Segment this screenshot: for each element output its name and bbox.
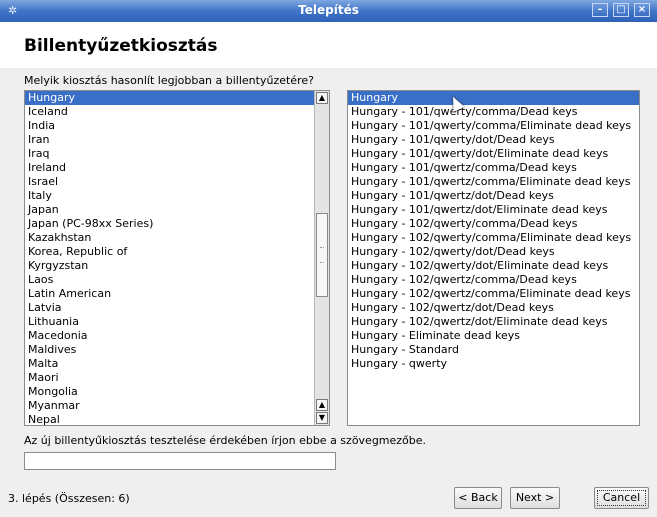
layout-item[interactable]: Hungary - 102/qwertz/comma/Eliminate dea… [348, 287, 639, 301]
country-item[interactable]: Maldives [25, 343, 329, 357]
layout-item[interactable]: Hungary - 102/qwertz/dot/Eliminate dead … [348, 315, 639, 329]
scroll-up-icon[interactable]: ▲ [316, 92, 328, 104]
country-item[interactable]: Italy [25, 189, 329, 203]
country-item[interactable]: Japan (PC-98xx Series) [25, 217, 329, 231]
page-header: Billentyűzetkiosztás [0, 22, 657, 68]
layout-item[interactable]: Hungary - 101/qwertz/dot/Dead keys [348, 189, 639, 203]
next-button[interactable]: Next > [510, 487, 560, 509]
layout-item[interactable]: Hungary - Standard [348, 343, 639, 357]
layout-item[interactable]: Hungary - 101/qwerty/dot/Dead keys [348, 133, 639, 147]
country-item[interactable]: Iceland [25, 105, 329, 119]
scroll-thumb[interactable] [316, 213, 328, 297]
layout-item[interactable]: Hungary - qwerty [348, 357, 639, 371]
layout-item[interactable]: Hungary - Eliminate dead keys [348, 329, 639, 343]
country-item[interactable]: Mongolia [25, 385, 329, 399]
layout-item[interactable]: Hungary - 101/qwertz/comma/Dead keys [348, 161, 639, 175]
layout-item[interactable]: Hungary - 102/qwerty/dot/Dead keys [348, 245, 639, 259]
country-item[interactable]: Israel [25, 175, 329, 189]
country-item[interactable]: Nepal [25, 413, 329, 425]
country-item[interactable]: Latin American [25, 287, 329, 301]
country-item[interactable]: Latvia [25, 301, 329, 315]
layout-item[interactable]: Hungary [348, 91, 639, 105]
country-list-scrollbar[interactable]: ▲ ▲ ▼ [314, 91, 329, 425]
country-item[interactable]: Lithuania [25, 315, 329, 329]
step-indicator: 3. lépés (Összesen: 6) [8, 492, 130, 505]
country-item[interactable]: Hungary [25, 91, 329, 105]
layout-item[interactable]: Hungary - 102/qwerty/comma/Eliminate dea… [348, 231, 639, 245]
country-item[interactable]: Kyrgyzstan [25, 259, 329, 273]
test-input[interactable] [24, 452, 336, 470]
country-item[interactable]: Kazakhstan [25, 231, 329, 245]
layout-items: Hungary Hungary - 101/qwerty/comma/Dead k… [348, 91, 639, 371]
back-button[interactable]: < Back [454, 487, 502, 509]
country-item[interactable]: Malta [25, 357, 329, 371]
maximize-icon[interactable]: □ [613, 3, 629, 17]
country-items: Hungary Iceland India Iran Iraq Ireland Israel… [25, 91, 329, 425]
close-icon[interactable]: × [634, 3, 650, 17]
country-item[interactable]: Maori [25, 371, 329, 385]
layout-item[interactable]: Hungary - 101/qwertz/dot/Eliminate dead … [348, 203, 639, 217]
layout-item[interactable]: Hungary - 102/qwerty/dot/Eliminate dead … [348, 259, 639, 273]
country-item[interactable]: Iraq [25, 147, 329, 161]
window-title: Telepítés [298, 3, 359, 17]
test-field-label: Az új billentyűkiosztás tesztelése érdek… [24, 434, 427, 447]
layout-item[interactable]: Hungary - 101/qwerty/dot/Eliminate dead … [348, 147, 639, 161]
country-item[interactable]: Korea, Republic of [25, 245, 329, 259]
scroll-up-icon[interactable]: ▲ [316, 399, 328, 411]
layout-question: Melyik kiosztás hasonlít legjobban a bil… [24, 74, 314, 87]
country-list[interactable]: Hungary Iceland India Iran Iraq Ireland Israel… [24, 90, 330, 426]
minimize-icon[interactable]: – [592, 3, 608, 17]
scroll-down-icon[interactable]: ▼ [316, 412, 328, 424]
layout-item[interactable]: Hungary - 101/qwerty/comma/Eliminate dea… [348, 119, 639, 133]
layout-item[interactable]: Hungary - 101/qwerty/comma/Dead keys [348, 105, 639, 119]
country-item[interactable]: Myanmar [25, 399, 329, 413]
layout-item[interactable]: Hungary - 102/qwertz/comma/Dead keys [348, 273, 639, 287]
layout-item[interactable]: Hungary - 102/qwertz/dot/Dead keys [348, 301, 639, 315]
country-item[interactable]: Laos [25, 273, 329, 287]
country-item[interactable]: Macedonia [25, 329, 329, 343]
layout-item[interactable]: Hungary - 101/qwertz/comma/Eliminate dea… [348, 175, 639, 189]
country-item[interactable]: Japan [25, 203, 329, 217]
page-title: Billentyűzetkiosztás [24, 36, 218, 56]
window-titlebar[interactable]: ✲ Telepítés – □ × [0, 0, 657, 22]
country-item[interactable]: India [25, 119, 329, 133]
country-item[interactable]: Ireland [25, 161, 329, 175]
layout-item[interactable]: Hungary - 102/qwerty/comma/Dead keys [348, 217, 639, 231]
layout-variant-list[interactable]: Hungary Hungary - 101/qwerty/comma/Dead k… [347, 90, 640, 426]
country-item[interactable]: Iran [25, 133, 329, 147]
cancel-button[interactable]: Cancel [594, 487, 649, 509]
